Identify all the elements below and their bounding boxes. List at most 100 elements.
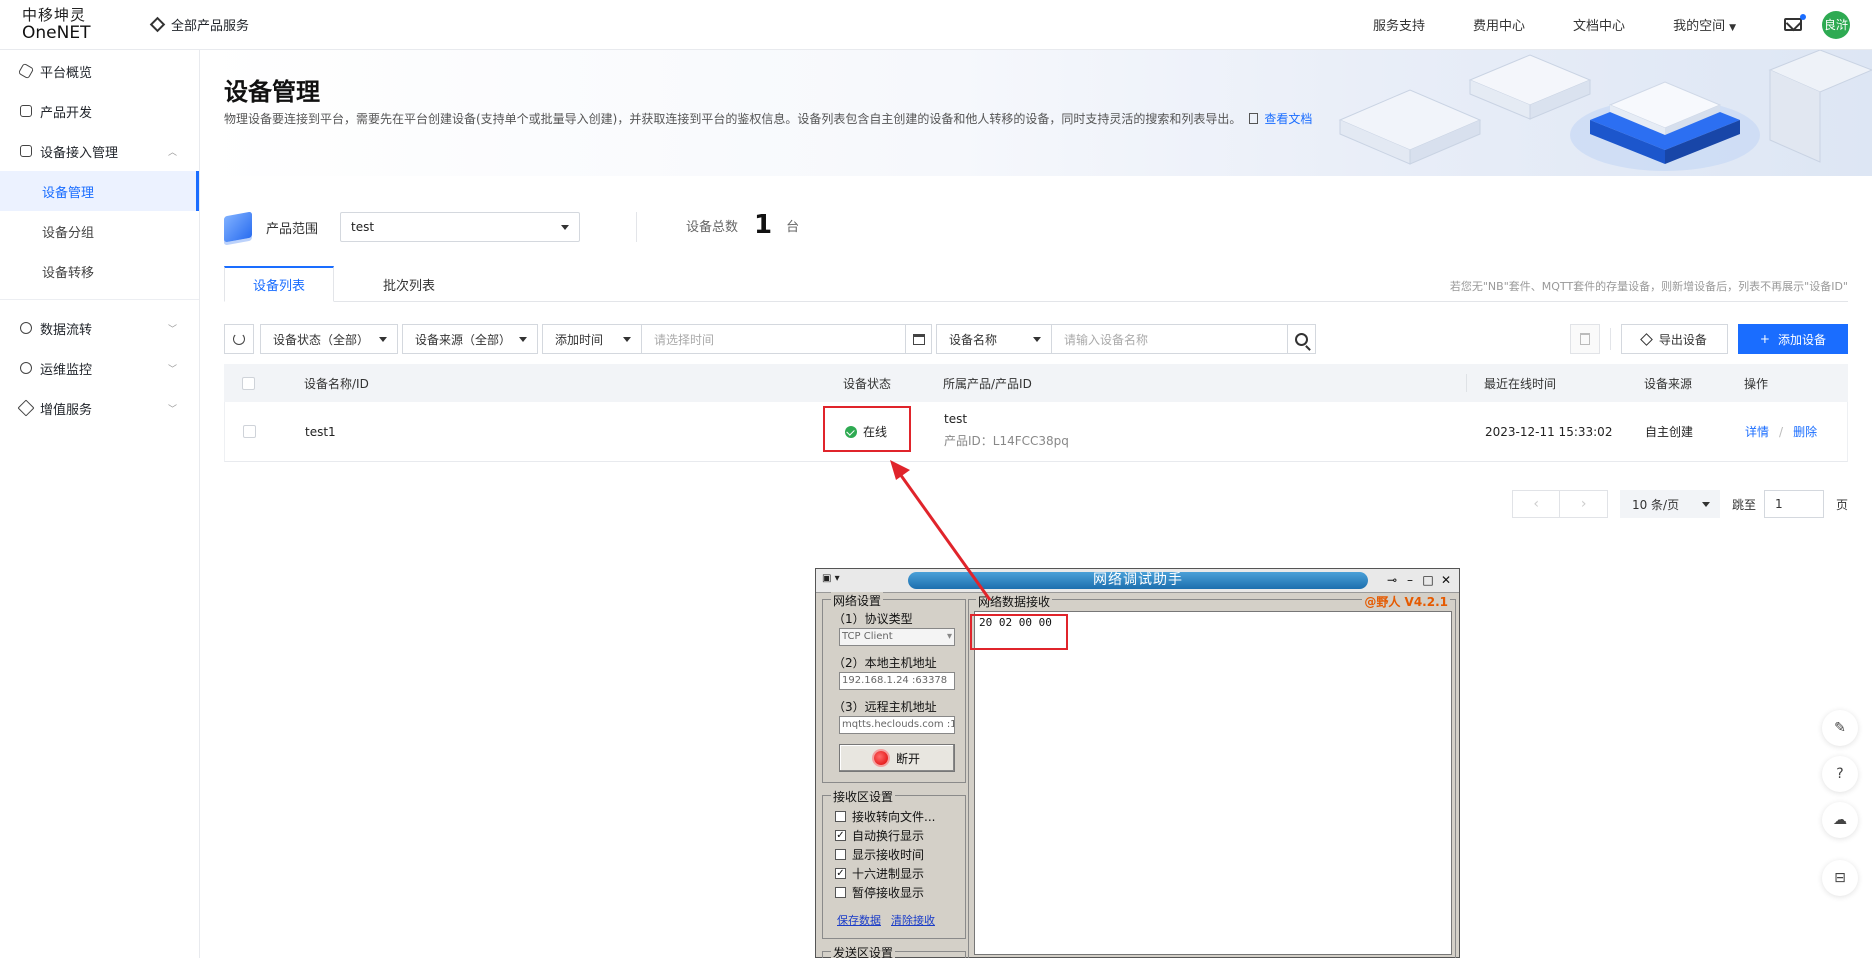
sidebar-sub-device-transfer[interactable]: 设备转移 xyxy=(0,251,199,291)
option-recv-to-file[interactable]: 接收转向文件... xyxy=(835,808,935,825)
page-size-select[interactable]: 10 条/页 xyxy=(1619,490,1720,518)
trash-icon xyxy=(1579,333,1590,345)
export-devices-button[interactable]: 导出设备 xyxy=(1620,324,1728,354)
plus-icon: + xyxy=(1759,332,1770,346)
add-time-filter-label: 添加时间 xyxy=(555,332,604,347)
delete-batch-button[interactable] xyxy=(1569,324,1600,354)
add-time-filter[interactable]: 添加时间 xyxy=(542,324,642,354)
cloud-icon[interactable]: ☁ xyxy=(1822,802,1858,838)
maximize-icon[interactable]: □ xyxy=(1421,573,1435,587)
page-unit-label: 页 xyxy=(1835,497,1848,512)
avatar[interactable]: 良浒 xyxy=(1822,10,1850,39)
add-device-button[interactable]: + 添加设备 xyxy=(1737,324,1848,354)
mail-icon[interactable] xyxy=(1784,14,1806,31)
prev-page-button[interactable]: ‹ xyxy=(1513,491,1561,517)
page-jump-value: 1 xyxy=(1774,497,1783,511)
receive-data-area[interactable]: 20 02 00 00 xyxy=(974,611,1452,955)
send-settings-group: 发送区设置 xyxy=(822,944,966,958)
minimize-icon[interactable]: – xyxy=(1403,573,1417,587)
tabs-hint: 若您无"NB"套件、MQTT套件的存量设备，则新增设备后，列表不再展示"设备ID… xyxy=(1449,280,1848,293)
option-pause-display[interactable]: 暂停接收显示 xyxy=(835,884,924,901)
detail-link[interactable]: 详情 xyxy=(1745,425,1769,439)
collapse-icon[interactable]: ⊟ xyxy=(1822,860,1858,896)
remote-host-value: mqtts.heclouds.com :18 xyxy=(842,719,955,730)
edit-feedback-icon[interactable]: ✎ xyxy=(1822,710,1858,746)
caret-down-icon xyxy=(1033,337,1041,342)
sidebar-item-device-access[interactable]: 设备接入管理 ︿ xyxy=(0,131,199,171)
tab-batch-list[interactable]: 批次列表 xyxy=(364,266,454,302)
pagination: ‹ › 10 条/页 跳至 1 页 xyxy=(1511,490,1848,518)
nav-doc-center[interactable]: 文档中心 xyxy=(1573,15,1625,34)
red-light-icon xyxy=(873,751,888,765)
save-data-link[interactable]: 保存数据 xyxy=(837,912,881,928)
delete-link[interactable]: 删除 xyxy=(1793,425,1817,439)
disconnect-button[interactable]: 断开 xyxy=(839,744,955,772)
page-jump-input[interactable]: 1 xyxy=(1763,490,1824,518)
search-button[interactable] xyxy=(1288,324,1316,354)
device-status-filter-label: 设备状态（全部） xyxy=(273,332,370,347)
sidebar-item-data-flow[interactable]: 数据流转 ﹀ xyxy=(0,308,199,348)
checkbox xyxy=(835,849,846,860)
local-host-label: （2）本地主机地址 xyxy=(833,656,937,670)
product-scope-select[interactable]: test xyxy=(340,212,581,242)
device-source-filter[interactable]: 设备来源（全部） xyxy=(402,324,538,354)
select-all-checkbox[interactable] xyxy=(242,376,255,390)
nav-my-space[interactable]: 我的空间 ▼ xyxy=(1673,15,1736,34)
option-label: 显示接收时间 xyxy=(852,848,925,862)
banner-illustration xyxy=(1338,50,1872,171)
time-range-input[interactable]: 请选择时间 xyxy=(642,324,932,354)
product-cube-icon xyxy=(224,211,252,243)
option-auto-wrap[interactable]: ✓ 自动换行显示 xyxy=(835,827,924,844)
pin-icon[interactable]: ⊸ xyxy=(1385,573,1399,587)
page-description: 物理设备要连接到平台，需要先在平台创建设备(支持单个或批量导入创建)，并获取连接… xyxy=(224,110,1312,127)
tabs: 设备列表 批次列表 若您无"NB"套件、MQTT套件的存量设备，则新增设备后，列… xyxy=(224,266,1848,302)
clear-receive-link[interactable]: 清除接收 xyxy=(891,912,935,928)
close-icon[interactable]: ✕ xyxy=(1439,573,1453,587)
next-page-button[interactable]: › xyxy=(1560,491,1607,517)
option-show-time[interactable]: 显示接收时间 xyxy=(835,846,924,863)
device-name-input[interactable]: 请输入设备名称 xyxy=(1052,324,1288,354)
option-hex-display[interactable]: ✓ 十六进制显示 xyxy=(835,865,924,882)
sidebar-sub-device-management[interactable]: 设备管理 xyxy=(0,171,199,211)
window-title-bar: ▣ ▾ 网络调试助手 ⊸ – □ ✕ xyxy=(816,569,1459,593)
caret-down-icon xyxy=(623,337,631,342)
device-name-select[interactable]: 设备名称 xyxy=(936,324,1052,354)
value-added-icon xyxy=(17,399,35,417)
page-header-banner: 设备管理 物理设备要连接到平台，需要先在平台创建设备(支持单个或批量导入创建)，… xyxy=(200,50,1872,176)
overview-icon xyxy=(17,62,35,80)
col-operation: 操作 xyxy=(1744,376,1769,391)
help-icon[interactable]: ? xyxy=(1822,756,1858,792)
sidebar-item-product-dev[interactable]: 产品开发 xyxy=(0,91,199,131)
local-host-input[interactable]: 192.168.1.24 :63378 xyxy=(839,672,955,690)
window-title: 网络调试助手 xyxy=(908,572,1368,589)
divider xyxy=(1609,328,1611,350)
nav-service-support[interactable]: 服务支持 xyxy=(1373,15,1425,34)
top-nav: 服务支持 费用中心 文档中心 我的空间 ▼ 良浒 xyxy=(1373,10,1872,39)
sidebar-item-value-added[interactable]: 增值服务 ﹀ xyxy=(0,388,199,428)
sidebar-item-ops-monitor[interactable]: 运维监控 ﹀ xyxy=(0,348,199,388)
device-name[interactable]: test1 xyxy=(305,425,336,439)
sidebar: 平台概览 产品开发 设备接入管理 ︿ 设备管理 设备分组 设备转移 数据流转 ﹀… xyxy=(0,50,200,958)
remote-host-input[interactable]: mqtts.heclouds.com :18 xyxy=(839,716,955,734)
remote-host-label: （3）远程主机地址 xyxy=(833,700,937,714)
sidebar-item-overview[interactable]: 平台概览 xyxy=(0,51,199,91)
protocol-select[interactable]: TCP Client xyxy=(839,628,955,646)
product-info: test 产品ID：L14FCC38pq xyxy=(944,412,1069,449)
device-source-filter-label: 设备来源（全部） xyxy=(415,332,512,347)
network-debug-window: ▣ ▾ 网络调试助手 ⊸ – □ ✕ 网络设置 （1）协议类型 TCP Clie… xyxy=(815,568,1460,958)
option-label: 接收转向文件... xyxy=(852,810,936,824)
system-menu-icon[interactable]: ▣ ▾ xyxy=(822,573,862,588)
sidebar-sub-device-group[interactable]: 设备分组 xyxy=(0,211,199,251)
tab-device-list[interactable]: 设备列表 xyxy=(224,266,334,302)
calendar-icon[interactable] xyxy=(905,325,931,353)
device-status-filter[interactable]: 设备状态（全部） xyxy=(260,324,398,354)
sidebar-item-label: 数据流转 xyxy=(40,322,93,338)
sidebar-item-label: 增值服务 xyxy=(40,402,93,418)
version-label: @野人 V4.2.1 xyxy=(1362,593,1450,610)
refresh-button[interactable] xyxy=(224,324,254,354)
device-name-placeholder: 请输入设备名称 xyxy=(1064,332,1149,347)
row-checkbox[interactable] xyxy=(243,425,256,438)
onenet-logo[interactable]: 中移坤灵 OneNET xyxy=(0,7,150,42)
nav-billing-center[interactable]: 费用中心 xyxy=(1473,15,1525,34)
all-products-menu[interactable]: 全部产品服务 xyxy=(149,15,249,34)
